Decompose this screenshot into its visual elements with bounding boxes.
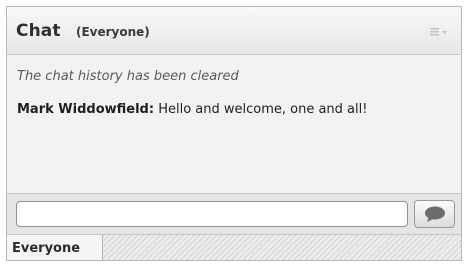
send-button[interactable] [414,200,455,228]
chat-panel: Chat (Everyone) The chat history has bee… [6,6,462,261]
tab-everyone[interactable]: Everyone [7,235,103,260]
message-text: Hello and welcome, one and all! [154,102,368,117]
chat-header: Chat (Everyone) [7,7,461,55]
panel-title: Chat [16,21,61,41]
message-sender: Mark Widdowfield: [17,102,155,117]
chat-history: The chat history has been cleared Mark W… [7,55,461,193]
system-notice: The chat history has been cleared [17,69,239,84]
composer-bar [7,193,461,235]
chat-audience-label: (Everyone) [76,25,150,39]
chat-message: Mark Widdowfield: Hello and welcome, one… [17,102,367,117]
audience-tab-strip: Everyone [7,235,461,260]
chat-input[interactable] [16,201,408,227]
speech-bubble-icon [424,206,445,222]
panel-menu-icon[interactable] [429,24,449,38]
